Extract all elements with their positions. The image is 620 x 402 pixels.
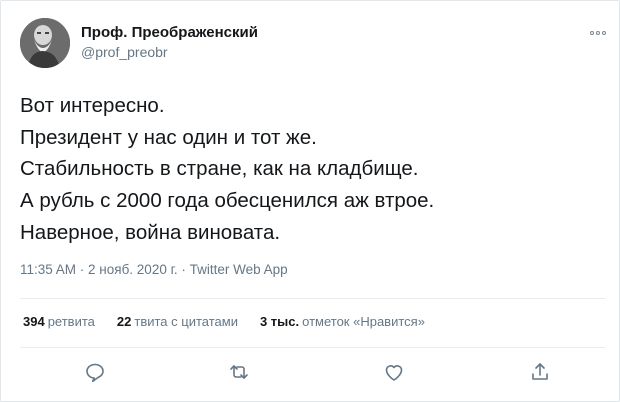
tweet-header: Проф. Преображенский @prof_preobr <box>20 18 258 68</box>
author-handle[interactable]: @prof_preobr <box>81 43 258 61</box>
tweet-line: Стабильность в стране, как на кладбище. <box>20 157 419 181</box>
retweet-icon[interactable] <box>227 360 251 384</box>
tweet-line: Президент у нас один и тот же. <box>20 125 317 149</box>
avatar-photo <box>20 18 70 68</box>
tweet-meta[interactable]: 11:35 AM · 2 нояб. 2020 г. · Twitter Web… <box>20 262 288 277</box>
retweets-count: 394 <box>23 314 45 329</box>
likes-stat[interactable]: 3 тыс. отметок «Нравится» <box>260 314 425 329</box>
more-horizontal-icon[interactable] <box>590 29 608 37</box>
divider <box>20 298 605 299</box>
heart-icon[interactable] <box>382 360 406 384</box>
reply-icon[interactable] <box>83 360 107 384</box>
tweet-text: Вот интересно. Президент у нас один и то… <box>20 90 600 249</box>
author-display-name[interactable]: Проф. Преображенский <box>81 23 258 43</box>
divider <box>20 347 605 348</box>
action-bar <box>1 360 620 388</box>
tweet-card: Проф. Преображенский @prof_preobr Вот ин… <box>0 0 620 402</box>
quotes-count: 22 <box>116 314 132 329</box>
tweet-stats: 394 ретвита 22 твита с цитатами 3 тыс. отме… <box>23 314 447 329</box>
share-icon[interactable] <box>528 360 552 384</box>
avatar[interactable] <box>20 18 70 68</box>
retweets-stat[interactable]: 394 ретвита <box>23 314 95 329</box>
quotes-label: твита с цитатами <box>134 314 238 329</box>
retweets-label: ретвита <box>47 314 95 329</box>
likes-label: отметок «Нравится» <box>302 314 425 329</box>
quotes-stat[interactable]: 22 твита с цитатами <box>117 314 238 329</box>
tweet-line: Вот интересно. <box>20 94 165 117</box>
author-names: Проф. Преображенский @prof_preobr <box>81 23 258 61</box>
likes-count: 3 тыс. <box>259 314 300 329</box>
tweet-line: Наверное, война виновата. <box>20 220 281 244</box>
tweet-line: А рубль с 2000 года обесценился аж втрое… <box>20 189 435 213</box>
